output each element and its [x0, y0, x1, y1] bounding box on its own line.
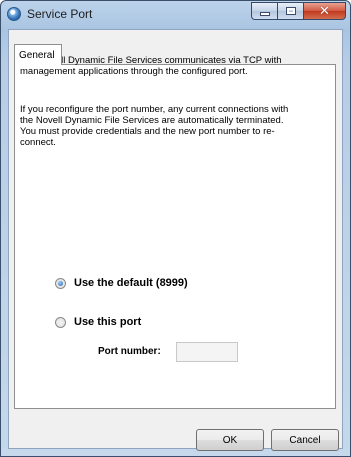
- description-reconfigure-warning: If you reconfigure the port number, any …: [20, 104, 289, 148]
- title-bar[interactable]: Service Port ✕: [1, 1, 351, 29]
- cancel-button[interactable]: Cancel: [271, 429, 339, 451]
- default-port-radio[interactable]: [55, 277, 66, 289]
- app-icon: [7, 7, 21, 21]
- default-port-label[interactable]: Use the default (8999): [74, 277, 188, 289]
- close-icon: ✕: [319, 3, 330, 19]
- custom-port-radio[interactable]: [55, 316, 66, 328]
- custom-port-option[interactable]: Use this port: [55, 316, 141, 328]
- maximize-icon: [285, 7, 296, 15]
- caption-buttons: ✕: [251, 2, 346, 20]
- minimize-icon: [259, 12, 270, 16]
- default-port-option[interactable]: Use the default (8999): [55, 277, 188, 289]
- close-button[interactable]: ✕: [303, 2, 346, 20]
- minimize-button[interactable]: [251, 2, 277, 20]
- port-number-input[interactable]: [176, 342, 238, 362]
- port-number-label: Port number:: [98, 346, 161, 357]
- client-area: General: [8, 29, 343, 449]
- maximize-button[interactable]: [277, 2, 303, 20]
- tab-general[interactable]: General: [14, 44, 62, 65]
- ok-button[interactable]: OK: [196, 429, 264, 451]
- window-title: Service Port: [27, 7, 93, 21]
- custom-port-label[interactable]: Use this port: [74, 316, 141, 328]
- radio-selected-dot: [58, 280, 63, 286]
